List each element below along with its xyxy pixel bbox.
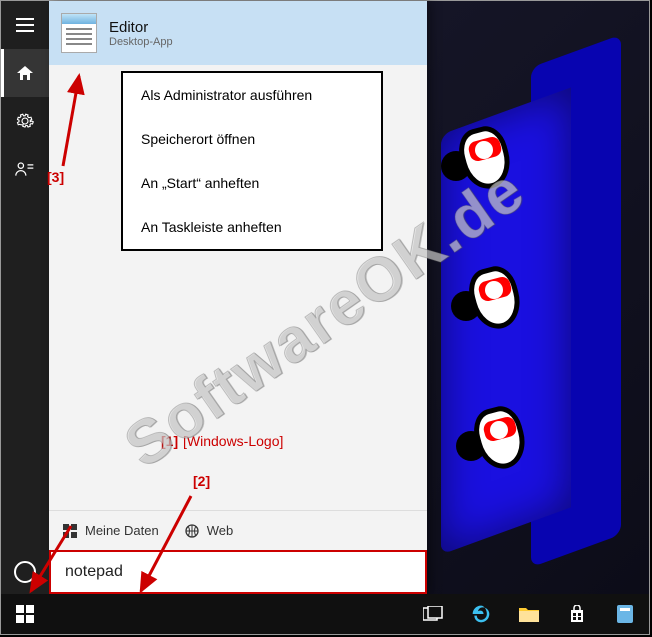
task-view-icon [423,606,443,622]
context-item-pin-taskbar[interactable]: An Taskleiste anheften [123,205,381,249]
task-view-button[interactable] [409,594,457,634]
best-match-title: Editor [109,19,173,36]
filter-web-label: Web [207,523,234,538]
notepad-app-icon [61,13,97,53]
context-item-open-location[interactable]: Speicherort öffnen [123,117,381,161]
feedback-icon[interactable] [1,145,49,193]
taskbar [1,594,649,634]
edge-icon [471,604,491,624]
explorer-button[interactable] [505,594,553,634]
cortana-ring-icon [14,561,36,583]
hamburger-icon[interactable] [1,1,49,49]
filter-web[interactable]: Web [185,523,234,538]
store-button[interactable] [553,594,601,634]
best-match-subtitle: Desktop-App [109,36,173,48]
filter-my-data-label: Meine Daten [85,523,159,538]
start-rail [1,1,49,594]
context-item-pin-start[interactable]: An „Start“ anheften [123,161,381,205]
search-input[interactable] [65,563,411,581]
globe-icon [185,524,199,538]
search-filter-row: Meine Daten Web [49,510,427,550]
edge-button[interactable] [457,594,505,634]
store-icon [568,605,586,623]
context-item-run-as-admin[interactable]: Als Administrator ausführen [123,73,381,117]
home-icon[interactable] [1,49,49,97]
app-button[interactable] [601,594,649,634]
gear-icon[interactable] [1,97,49,145]
windows-logo-icon [16,605,34,623]
cortana-button[interactable] [1,550,49,594]
generic-app-icon [617,605,633,623]
filter-my-data[interactable]: Meine Daten [63,523,159,538]
search-input-wrap [49,550,427,594]
start-button[interactable] [1,594,49,634]
folder-icon [519,606,539,622]
windows-square-icon [63,524,77,538]
context-menu: Als Administrator ausführen Speicherort … [121,71,383,251]
best-match-item[interactable]: Editor Desktop-App [49,1,427,65]
